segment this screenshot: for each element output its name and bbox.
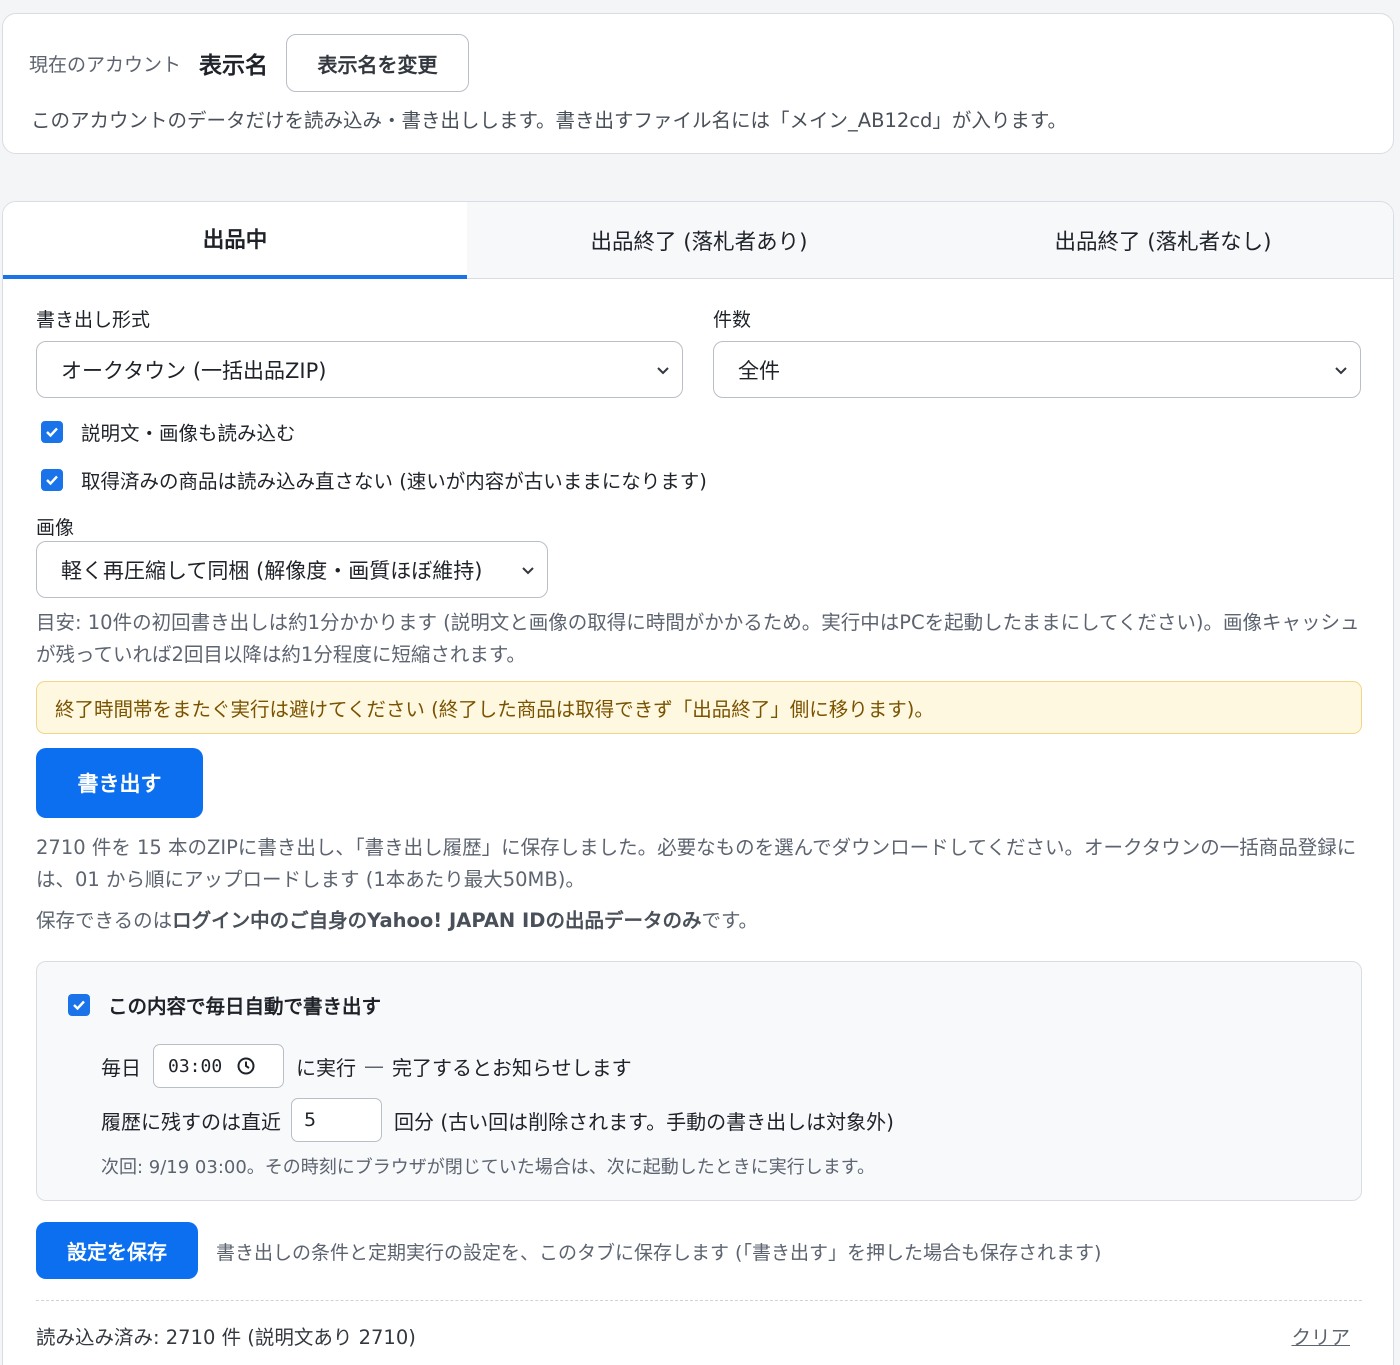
time-input[interactable]: 03:00: [153, 1044, 284, 1088]
history-row: 履歴に残すのは直近 5 回分 (古い回は削除されます。手動の書き出しは対象外): [101, 1098, 894, 1142]
save-scope-bold: ログイン中のご自身のYahoo! JAPAN IDの出品データのみ: [172, 909, 702, 932]
after-time-label: に実行: [296, 1055, 356, 1080]
export-card: 出品中 出品終了 (落札者あり) 出品終了 (落札者なし) 書き出し形式 オーク…: [2, 201, 1394, 1365]
auto-export-toggle-row[interactable]: この内容で毎日自動で書き出す: [68, 990, 381, 1019]
image-label: 画像: [36, 517, 75, 539]
skip-checkbox-row[interactable]: 取得済みの商品は読み込み直さない (速いが内容が古いままになります): [41, 465, 707, 494]
format-select-value: オークタウン (一括出品ZIP): [61, 358, 327, 383]
account-name: 表示名: [199, 53, 269, 79]
check-icon: [46, 475, 58, 485]
auto-export-checkbox[interactable]: [68, 993, 90, 1016]
clock-icon: [237, 1057, 255, 1075]
keep-count-value: 5: [304, 1109, 317, 1131]
divider: [36, 1300, 1362, 1301]
skip-checkbox-label: 取得済みの商品は読み込み直さない (速いが内容が古いままになります): [81, 470, 707, 493]
save-scope-note: 保存できるのはログイン中のご自身のYahoo! JAPAN IDの出品データのみ…: [36, 905, 1366, 937]
auto-export-label: この内容で毎日自動で書き出す: [108, 995, 382, 1018]
desc-checkbox-row[interactable]: 説明文・画像も読み込む: [41, 417, 296, 446]
time-estimate-hint: 目安: 10件の初回書き出しは約1分かかります (説明文と画像の取得に時間がかか…: [36, 611, 1360, 666]
loaded-status: 読み込み済み: 2710 件 (説明文あり 2710): [36, 1326, 416, 1349]
tab-listing[interactable]: 出品中: [3, 202, 467, 279]
chevron-down-icon: [522, 567, 534, 575]
warning-banner: 終了時間帯をまたぐ実行は避けてください (終了した商品は取得できず「出品終了」側…: [36, 681, 1362, 734]
keep-label: 履歴に残すのは直近: [101, 1109, 281, 1134]
account-card: 現在のアカウント 表示名 表示名を変更 このアカウントのデータだけを読み込み・書…: [2, 13, 1394, 154]
count-select-value: 全件: [738, 358, 780, 383]
tab-ended-no-winner[interactable]: 出品終了 (落札者なし): [931, 202, 1393, 278]
auto-export-panel: この内容で毎日自動で書き出す 毎日 03:00 に実行 — 完了するとお知らせし…: [36, 961, 1362, 1201]
skip-checkbox[interactable]: [41, 468, 63, 491]
account-note: このアカウントのデータだけを読み込み・書き出しします。書き出すファイル名には「メ…: [31, 109, 1067, 132]
keep-count-input[interactable]: 5: [291, 1098, 382, 1142]
schedule-row: 毎日 03:00 に実行 — 完了するとお知らせします: [101, 1044, 632, 1088]
save-settings-note: 書き出しの条件と定期実行の設定を、このタブに保存します (「書き出す」を押した場…: [216, 1242, 1102, 1264]
image-select-value: 軽く再圧縮して同梱 (解像度・画質ほぼ維持): [61, 558, 483, 583]
save-scope-pre: 保存できるのは: [36, 909, 173, 932]
notify-text: 完了するとお知らせします: [392, 1055, 632, 1080]
format-label: 書き出し形式: [36, 309, 151, 331]
image-select[interactable]: 軽く再圧縮して同梱 (解像度・画質ほぼ維持): [36, 541, 548, 598]
desc-checkbox-label: 説明文・画像も読み込む: [81, 422, 296, 445]
time-input-value: 03:00: [168, 1055, 223, 1077]
change-name-button[interactable]: 表示名を変更: [286, 34, 470, 92]
check-icon: [46, 427, 58, 437]
count-select[interactable]: 全件: [713, 341, 1361, 398]
account-label: 現在のアカウント: [29, 53, 182, 76]
dash-separator: —: [364, 1054, 384, 1078]
save-scope-post: です。: [701, 909, 759, 932]
export-result: 2710 件を 15 本のZIPに書き出し、「書き出し履歴」に保存しました。必要…: [36, 836, 1357, 891]
account-row: 現在のアカウント 表示名 表示名を変更: [29, 34, 470, 92]
chevron-down-icon: [657, 367, 669, 375]
save-settings-button[interactable]: 設定を保存: [36, 1222, 198, 1279]
daily-label: 毎日: [101, 1055, 141, 1080]
tab-bar: 出品中 出品終了 (落札者あり) 出品終了 (落札者なし): [3, 202, 1393, 279]
count-label: 件数: [713, 309, 752, 331]
chevron-down-icon: [1335, 367, 1347, 375]
check-icon: [73, 1000, 85, 1010]
desc-checkbox[interactable]: [41, 420, 63, 443]
keep-suffix: 回分 (古い回は削除されます。手動の書き出しは対象外): [394, 1109, 894, 1134]
tab-ended-with-winner[interactable]: 出品終了 (落札者あり): [467, 202, 931, 278]
clear-link[interactable]: クリア: [1291, 1321, 1350, 1350]
export-button[interactable]: 書き出す: [36, 748, 203, 818]
format-select[interactable]: オークタウン (一括出品ZIP): [36, 341, 683, 398]
next-run-note: 次回: 9/19 03:00。その時刻にブラウザが閉じていた場合は、次に起動した…: [101, 1157, 875, 1178]
